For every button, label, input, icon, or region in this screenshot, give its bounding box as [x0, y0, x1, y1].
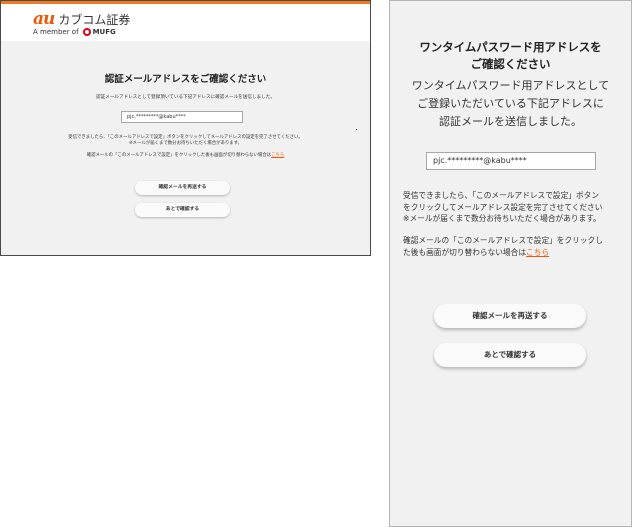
- wait-note: ※メールが届くまで数分お待ちいただく場合があります。: [128, 141, 242, 146]
- confirm-later-button[interactable]: あとで確認する: [135, 203, 230, 217]
- resend-email-button[interactable]: 確認メールを再送する: [135, 181, 230, 195]
- mufg-member-line: A member of MUFG: [33, 28, 116, 36]
- desktop-view: au カブコム証券 A member of MUFG 認証メールアドレスをご確認…: [0, 0, 371, 256]
- confirm-later-button[interactable]: あとで確認する: [434, 343, 586, 367]
- member-prefix: A member of: [33, 28, 79, 36]
- email-display: pjc.*********@kabu****: [121, 111, 243, 123]
- instruction-line: 受信できましたら、「このメールアドレスで設定」ボタン: [403, 191, 600, 200]
- help-text: 確認メールの「このメールアドレスで設定」をクリックした後も画面が切り替わらない場…: [1, 153, 370, 159]
- email-display: pjc.*********@kabu****: [426, 152, 596, 170]
- description-line: 認証メールを送信しました。: [439, 115, 582, 128]
- au-logo-mark: au: [33, 9, 55, 29]
- wait-note: ※メールが届くまで数分お待ちいただく場合があります。: [403, 214, 601, 223]
- page-description: ワンタイムパスワード用アドレスとして ご登録いただいている下記アドレスに 認証メ…: [390, 77, 631, 131]
- page-description: 認証メールアドレスとして登録頂いている下記アドレスに確認メールを送信しました。: [96, 95, 275, 100]
- description-line: ご登録いただいている下記アドレスに: [417, 97, 604, 110]
- mufg-logo-icon: [82, 28, 91, 36]
- title-line: ワンタイムパスワード用アドレスを: [419, 40, 602, 54]
- page-title: ワンタイムパスワード用アドレスを ご確認ください: [390, 39, 631, 73]
- page-title: 認証メールアドレスをご確認ください: [104, 74, 267, 85]
- instruction-text: 受信できましたら、「このメールアドレスで設定」ボタン をクリックしてメールアドレ…: [403, 190, 625, 225]
- brand-name: カブコム証券: [58, 13, 131, 27]
- help-link[interactable]: こちら: [271, 153, 284, 158]
- help-text-prefix: た後も画面が切り替わらない場合は: [403, 247, 527, 257]
- site-header: au カブコム証券 A member of MUFG: [1, 1, 370, 41]
- help-text-prefix: 確認メールの「このメールアドレスで設定」をクリックした後も画面が切り替わらない場…: [86, 153, 272, 158]
- instruction-line: をクリックしてメールアドレス設定を完了させてください: [403, 202, 603, 212]
- mobile-view: ワンタイムパスワード用アドレスを ご確認ください ワンタイムパスワード用アドレス…: [389, 0, 632, 527]
- title-line: ご確認ください: [470, 57, 551, 71]
- help-link[interactable]: こちら: [526, 248, 549, 257]
- scroll-marker: [356, 129, 357, 130]
- brand-logo[interactable]: au カブコム証券: [33, 8, 130, 28]
- help-text-line: 確認メールの「このメールアドレスで設定」をクリックし: [403, 236, 603, 245]
- help-text-line: た後も画面が切り替わらない場合はこちら: [403, 247, 625, 259]
- resend-email-button[interactable]: 確認メールを再送する: [434, 304, 586, 328]
- description-line: ワンタイムパスワード用アドレスとして: [411, 79, 610, 92]
- mufg-label: MUFG: [92, 28, 116, 36]
- help-text: 確認メールの「このメールアドレスで設定」をクリックし た後も画面が切り替わらない…: [403, 235, 625, 258]
